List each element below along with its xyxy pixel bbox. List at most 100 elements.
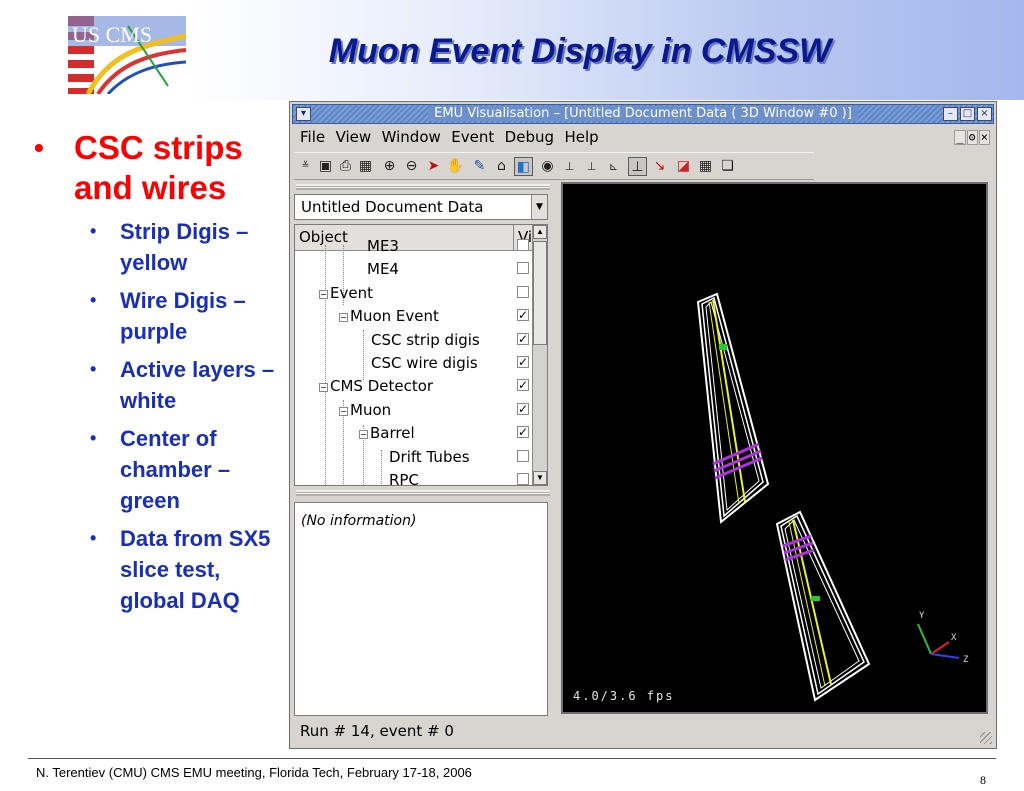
axes-xz-icon[interactable]: ⊥: [560, 157, 579, 176]
tree-row-me3[interactable]: ME3: [295, 237, 533, 268]
pane-splitter[interactable]: [296, 490, 550, 496]
object-tree[interactable]: Object Vi ME3 ME4 − Event − Muon Event ✓ CS…: [294, 224, 548, 486]
menu-event[interactable]: Event: [451, 128, 494, 146]
hand-icon[interactable]: ✋: [446, 157, 465, 176]
bullet-dot-icon: •: [90, 359, 97, 379]
us-cms-logo: US CMS: [68, 16, 186, 94]
mdi-controls: _ ʘ ×: [953, 130, 990, 145]
bullet-list: • CSC strips and wires • Strip Digis – ye…: [30, 128, 280, 623]
mdi-close-button[interactable]: ×: [978, 130, 990, 145]
axes-gizmo: Y X Z: [917, 611, 969, 665]
axes-xy-icon[interactable]: ⊥: [582, 157, 601, 176]
toolbar: ≚ ▣ ⎙ ▦ ⊕ ⊖ ➤ ✋ ✎ ⌂ ◧ ◉ ⊥ ⊥ ⊾ ⊥ ↘ ◪ ▦ ❏: [294, 152, 814, 180]
sub-bullet: • Active layers – white: [90, 354, 280, 416]
eye-icon[interactable]: ◉: [538, 157, 557, 176]
save-icon[interactable]: ▣: [316, 157, 335, 176]
status-bar-text: Run # 14, event # 0: [300, 722, 454, 740]
pick-arrow-icon[interactable]: ↘: [650, 157, 669, 176]
resize-grip-icon[interactable]: [980, 732, 992, 744]
scroll-down-icon[interactable]: ▼: [533, 471, 547, 485]
tree-row-rpc[interactable]: RPC: [295, 471, 533, 485]
axis-label-z: Z: [963, 655, 969, 665]
y-axis: [917, 623, 932, 655]
z-axis: [930, 653, 960, 659]
minimize-button[interactable]: –: [943, 107, 958, 121]
slide-title: Muon Event Display in CMSSW: [328, 32, 832, 70]
dropdown-arrow-icon[interactable]: ▼: [531, 195, 547, 219]
toolbar-handle-icon[interactable]: ≚: [296, 157, 315, 176]
mdi-restore-button[interactable]: ʘ: [966, 130, 978, 145]
axis-label-x: X: [951, 633, 957, 643]
film-icon[interactable]: ▦: [356, 157, 375, 176]
collapse-icon[interactable]: −: [319, 289, 328, 299]
select-arrow-icon[interactable]: ➤: [424, 157, 443, 176]
visible-checkbox[interactable]: [517, 262, 529, 275]
menu-view[interactable]: View: [336, 128, 372, 146]
bullet-dot-icon: •: [90, 221, 97, 241]
visible-checkbox[interactable]: [517, 239, 529, 251]
active-layer-outline: [775, 510, 871, 702]
collapse-icon[interactable]: −: [339, 406, 348, 416]
bullet-dot-icon: •: [90, 290, 97, 310]
bullet-dot-icon: •: [90, 428, 97, 448]
window-titlebar[interactable]: ▾ EMU Visualisation – [Untitled Document…: [292, 104, 994, 124]
menu-help[interactable]: Help: [564, 128, 598, 146]
mdi-minimize-button[interactable]: _: [954, 130, 966, 145]
axes-yz-icon[interactable]: ⊾: [604, 157, 623, 176]
visible-checkbox[interactable]: [517, 285, 529, 298]
collapse-icon[interactable]: −: [339, 313, 348, 323]
info-text: (No information): [301, 513, 417, 529]
menu-debug[interactable]: Debug: [505, 128, 554, 146]
visible-checkbox[interactable]: ✓: [517, 379, 529, 392]
tree-rows: ME3 ME4 − Event − Muon Event ✓ CSC strip di…: [295, 237, 533, 485]
menu-window[interactable]: Window: [382, 128, 441, 146]
visible-checkbox[interactable]: ✓: [517, 309, 529, 322]
color-palette-icon[interactable]: ◪: [674, 157, 693, 176]
chamber-lower: [775, 510, 871, 702]
maximize-button[interactable]: □: [960, 107, 975, 121]
chamber-center-marker: [811, 596, 820, 601]
bullet-dot-icon: •: [90, 528, 97, 548]
scroll-up-icon[interactable]: ▲: [533, 225, 547, 239]
window-title: EMU Visualisation – [Untitled Document D…: [428, 106, 858, 121]
sub-bullet: • Strip Digis – yellow: [90, 216, 280, 278]
pencil-icon[interactable]: ✎: [470, 157, 489, 176]
pane-grip[interactable]: [296, 184, 550, 190]
scroll-thumb[interactable]: [533, 241, 547, 345]
sub-bullet: • Wire Digis – purple: [90, 285, 280, 347]
layers-icon[interactable]: ❏: [718, 157, 737, 176]
axes-toggle-icon[interactable]: ⊥: [628, 157, 647, 176]
logo-text: US CMS: [72, 22, 152, 47]
zoom-in-icon[interactable]: ⊕: [380, 157, 399, 176]
tree-scrollbar[interactable]: ▲ ▼: [532, 225, 547, 485]
3d-scene[interactable]: Y X Z: [563, 184, 986, 712]
print-icon[interactable]: ⎙: [336, 157, 355, 176]
view-cube-icon[interactable]: ◧: [514, 157, 533, 176]
tree-row-cms-detector[interactable]: − CMS Detector ✓: [295, 377, 533, 408]
sub-bullet: • Center of chamber – green: [90, 423, 280, 516]
left-pane: Untitled Document Data ▼ Object Vi ME3 M…: [294, 184, 552, 716]
visible-checkbox[interactable]: [517, 472, 529, 485]
x-axis: [930, 641, 950, 655]
visible-checkbox[interactable]: ✓: [517, 332, 529, 345]
visible-checkbox[interactable]: ✓: [517, 402, 529, 415]
menu-bar: File View Window Event Debug Help: [300, 128, 605, 150]
collapse-icon[interactable]: −: [319, 383, 328, 393]
close-button[interactable]: ×: [977, 107, 992, 121]
zoom-out-icon[interactable]: ⊖: [402, 157, 421, 176]
footer-text: N. Terentiev (CMU) CMS EMU meeting, Flor…: [36, 765, 472, 780]
sub-bullet-list: • Strip Digis – yellow • Wire Digis – purp…: [30, 216, 280, 616]
active-layer-outline: [701, 296, 764, 518]
visible-checkbox[interactable]: ✓: [517, 355, 529, 368]
collapse-icon[interactable]: −: [359, 430, 368, 440]
main-bullet: • CSC strips and wires: [34, 129, 243, 206]
menu-file[interactable]: File: [300, 128, 325, 146]
3d-view[interactable]: Y X Z 4.0/3.6 fps: [561, 182, 988, 714]
grid-icon[interactable]: ▦: [696, 157, 715, 176]
document-select[interactable]: Untitled Document Data ▼: [294, 194, 548, 220]
bullet-dot-icon: •: [34, 132, 44, 163]
home-icon[interactable]: ⌂: [492, 157, 511, 176]
visible-checkbox[interactable]: [517, 449, 529, 462]
active-layer-outline: [784, 519, 860, 689]
visible-checkbox[interactable]: ✓: [517, 426, 529, 439]
